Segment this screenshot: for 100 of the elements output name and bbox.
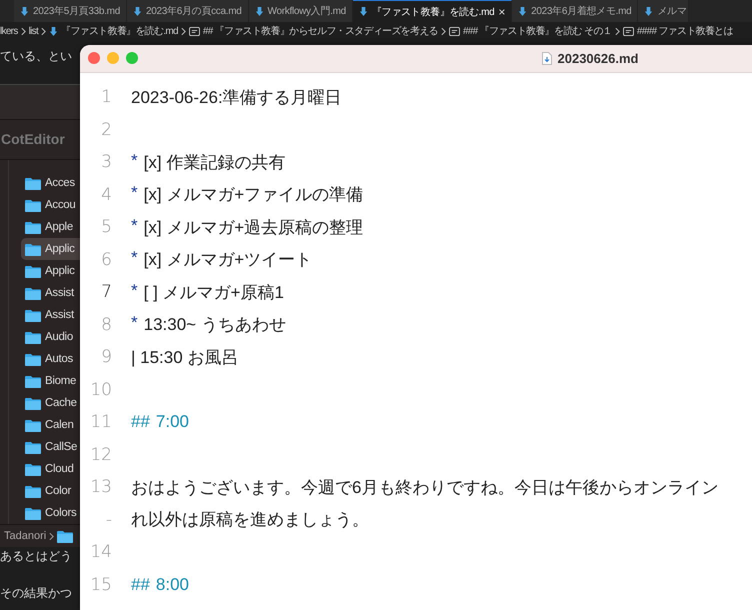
folder-item[interactable]: Applic (21, 238, 80, 260)
folder-item[interactable]: Apple (21, 216, 80, 238)
folder-icon (25, 264, 41, 278)
chevron-icon (49, 532, 54, 541)
editor-tab[interactable]: メルマ (638, 0, 689, 22)
heading-marker: ## (131, 412, 150, 432)
list-marker: * (131, 280, 138, 302)
folder-item[interactable]: Assist (21, 282, 80, 304)
path-item[interactable]: Tadanori (4, 530, 46, 542)
folder-item[interactable]: Applic (21, 260, 80, 282)
zoom-button[interactable] (126, 52, 138, 64)
list-marker: * (131, 313, 138, 334)
chevron-icon (180, 26, 186, 36)
line-text: [x] 作業記録の共有 (144, 152, 286, 174)
markdown-file-icon (644, 6, 654, 16)
folder-item[interactable]: Cache (21, 392, 80, 414)
breadcrumb-item[interactable]: ### 『ファスト教養』を読む その１ (462, 24, 612, 38)
folder-icon (25, 440, 41, 454)
line-number: 4 (100, 184, 112, 205)
line-text: 13:30~ うちあわせ (144, 314, 286, 336)
folder-icon (25, 418, 41, 432)
line-number: 13 (89, 477, 112, 498)
list-marker: * (131, 216, 138, 237)
line-text: | 15:30 お風呂 (131, 346, 238, 369)
folder-icon (25, 374, 41, 388)
editor-tab[interactable]: 2023年6月着想メモ.md (512, 0, 638, 22)
folder-icon (57, 530, 74, 543)
folder-icon (25, 462, 41, 476)
document-text: あるとはどう (0, 548, 72, 565)
heading-marker: ## (131, 574, 150, 595)
line-number: 8 (100, 314, 112, 335)
line-number: 5 (100, 217, 112, 238)
symbol-icon (188, 26, 200, 36)
folder-item[interactable]: Calen (21, 414, 80, 436)
folder-item[interactable]: Accou (21, 194, 80, 216)
breadcrumb-item[interactable]: 『ファスト教養』を読む.md (61, 24, 178, 38)
document-text: ている、とい (0, 48, 72, 65)
line-text: [x] メルマガ+ファイルの準備 (144, 184, 364, 206)
markdown-file-icon (358, 6, 368, 17)
chevron-icon (614, 26, 620, 36)
line-text: [x] メルマガ+ツイート (144, 249, 312, 272)
folder-icon (25, 330, 41, 344)
folder-icon (25, 352, 41, 366)
markdown-file-icon (254, 6, 264, 16)
symbol-icon (622, 26, 634, 36)
folder-icon (25, 484, 41, 498)
chevron-icon (41, 26, 46, 36)
folder-item[interactable]: Biome (21, 370, 80, 392)
folder-icon (25, 396, 41, 410)
line-number: 15 (89, 574, 112, 595)
editor-tab[interactable]: 『ファスト教養』を読む.md × (352, 0, 512, 22)
breadcrumb-item[interactable]: list (28, 26, 38, 36)
line-number: 11 (89, 412, 112, 432)
editor-tab[interactable]: 2023年6月の頁cca.md (126, 0, 249, 22)
line-number: 14 (89, 542, 112, 562)
line-text: [x] メルマガ+過去原稿の整理 (144, 216, 364, 239)
document-icon (542, 52, 552, 65)
minimize-button[interactable] (107, 52, 119, 64)
heading-text: 8:00 (156, 574, 190, 595)
folder-icon (25, 286, 41, 300)
folder-item[interactable]: Colors (21, 502, 80, 524)
line-number: 1 (100, 87, 112, 108)
close-icon[interactable]: × (498, 4, 506, 18)
editor-tab[interactable]: Workflowy入門.md (248, 0, 353, 22)
chevron-icon (440, 26, 446, 36)
folder-item[interactable]: Acces (21, 172, 80, 194)
folder-item[interactable]: Assist (21, 304, 80, 326)
folder-item[interactable]: Color (21, 480, 80, 502)
symbol-icon (448, 26, 460, 36)
line-number: 9 (100, 347, 112, 368)
folder-icon (25, 242, 41, 256)
line-number: 3 (100, 152, 112, 172)
breadcrumb-item[interactable]: lkers (0, 26, 18, 36)
markdown-file-icon (20, 6, 29, 16)
line-number: 7 (100, 282, 112, 302)
line-number: 10 (89, 380, 112, 400)
folder-item[interactable]: Cloud (21, 458, 80, 480)
window-title: CotEditor (1, 131, 65, 148)
breadcrumb-item[interactable]: #### ファスト教養とは (636, 24, 733, 38)
folder-item[interactable]: CallSe (21, 436, 80, 458)
folder-icon (25, 220, 41, 234)
markdown-file-icon (49, 26, 58, 36)
breadcrumb-item[interactable]: ## 『ファスト教養』からセルフ・スタディーズを考える (202, 24, 438, 38)
list-marker: * (131, 183, 138, 204)
window-title: 20230626.md (558, 51, 638, 66)
line-text: [ ] メルマガ+原稿1 (144, 282, 284, 304)
close-button[interactable] (88, 52, 100, 64)
markdown-file-icon (132, 6, 142, 16)
list-marker: * (131, 150, 138, 172)
line-number: 6 (100, 250, 112, 270)
line-number: - (104, 510, 112, 530)
heading-text: 7:00 (156, 412, 190, 432)
editor-tab[interactable]: 2023年5月頁33b.md (14, 0, 127, 22)
line-number: 12 (89, 444, 112, 465)
line-number: 2 (100, 120, 112, 140)
line-text: 2023-06-26:準備する月曜日 (131, 86, 342, 109)
folder-item[interactable]: Audio (21, 326, 80, 348)
folder-item[interactable]: Autos (21, 348, 80, 370)
line-text: れ以外は原稿を進めましょう。 (131, 509, 369, 532)
folder-icon (25, 308, 41, 322)
